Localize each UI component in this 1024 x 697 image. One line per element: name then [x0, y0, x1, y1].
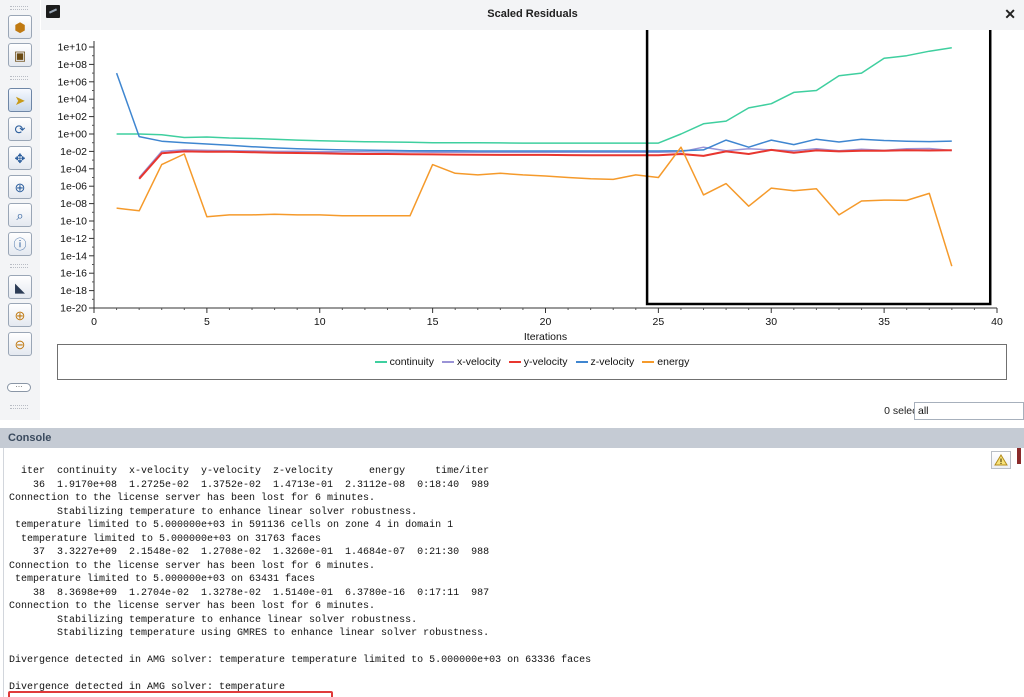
legend-item-z-velocity: z-velocity: [575, 356, 635, 368]
toolbar-grip[interactable]: [10, 405, 28, 409]
selection-bar: 0 selected all: [820, 402, 1024, 420]
y-axis: 1e-20 1e-18 1e-16 1e-14 1e-12 1e-10 1e-08 1e-06…: [58, 41, 95, 315]
console-line: temperature limited to 5.000000e+03 on 3…: [9, 533, 322, 545]
y-tick-label: 1e-14: [60, 250, 87, 262]
box-icon[interactable]: ▣: [8, 43, 32, 67]
y-tick-label: 1e+08: [58, 59, 88, 71]
console-line: Connection to the license server has bee…: [9, 493, 376, 504]
selection-filter-input[interactable]: all: [914, 402, 1024, 420]
x-axis-label: Iterations: [524, 331, 567, 342]
y-tick-label: 1e-10: [60, 216, 87, 228]
x-tick-label: 30: [765, 316, 777, 328]
zoom-icon[interactable]: ⌕: [8, 203, 32, 227]
console-line: temperature limited to 5.000000e+03 in 5…: [9, 520, 454, 531]
chart-legend: continuity x-velocity y-velocity z-velocity…: [57, 344, 1007, 380]
console-line: Connection to the license server has bee…: [9, 560, 376, 572]
annotation-box: [645, 30, 992, 306]
pan-icon[interactable]: ✥: [8, 146, 32, 170]
legend-swatch: [575, 361, 588, 363]
y-tick-label: 1e+00: [58, 129, 88, 141]
y-tick-label: 1e-20: [60, 303, 87, 315]
console-line: temperature limited to 5.000000e+03 on 6…: [9, 574, 316, 585]
legend-swatch: [642, 361, 655, 363]
legend-swatch: [441, 361, 454, 363]
console-output: iter continuity x-velocity y-velocity z-…: [9, 465, 591, 695]
warning-button[interactable]: [991, 451, 1011, 469]
x-tick-label: 10: [314, 316, 326, 328]
legend-item-x-velocity: x-velocity: [441, 356, 501, 368]
console-line: 38 8.3698e+09 1.2704e-02 1.3278e-02 1.51…: [9, 587, 490, 599]
toolbar-grip[interactable]: [10, 6, 28, 10]
legend-label: energy: [657, 356, 690, 368]
y-tick-label: 1e-08: [60, 198, 87, 210]
x-tick-label: 40: [991, 316, 1003, 328]
graphics-toolbar: ⬢ ▣ ➤ ⟳ ✥ ⊕ ⌕ ⓘ ◣ ⊕ ⊖ ⋯: [0, 0, 40, 420]
x-tick-label: 5: [204, 316, 210, 328]
y-tick-label: 1e+02: [58, 111, 88, 123]
toolbar-grip[interactable]: [10, 264, 28, 268]
series-line-y-velocity: [138, 148, 952, 180]
pointer-icon[interactable]: ➤: [8, 88, 32, 112]
console-panel: Console iter continuity x-velocity y-vel…: [0, 428, 1024, 697]
legend-label: z-velocity: [590, 356, 635, 368]
plot-header: Scaled Residuals ✕: [41, 0, 1024, 30]
legend-label: x-velocity: [456, 356, 501, 368]
y-tick-label: 1e+10: [58, 42, 88, 54]
y-tick-label: 1e+06: [58, 76, 88, 88]
highlight-box: [8, 691, 333, 697]
console-line: 36 1.9170e+08 1.2725e-02 1.3752e-02 1.47…: [9, 479, 490, 491]
x-axis: 0 5 10 15 20 25 30 35 40 Iterations: [91, 307, 1003, 342]
legend-label: continuity: [389, 356, 434, 368]
zoom-in-icon[interactable]: ⊕: [8, 303, 32, 327]
console-line: 37 3.3227e+09 2.1548e-02 1.2708e-02 1.32…: [9, 547, 490, 558]
console-line: Divergence detected in AMG solver: tempe…: [9, 655, 592, 666]
x-tick-label: 0: [91, 316, 97, 328]
legend-item-y-velocity: y-velocity: [508, 356, 568, 368]
x-tick-label: 20: [540, 316, 552, 328]
zoom-inout-icon[interactable]: ⊕: [8, 175, 32, 199]
console-line: Stabilizing temperature to enhance linea…: [9, 506, 418, 518]
console-header: Console: [0, 428, 1024, 448]
y-tick-label: 1e+04: [58, 94, 88, 106]
legend-item-energy: energy: [642, 356, 689, 368]
console-line: Stabilizing temperature using GMRES to e…: [9, 628, 490, 639]
y-tick-label: 1e-06: [60, 181, 87, 193]
legend-label: y-velocity: [523, 356, 568, 368]
legend-swatch: [374, 361, 387, 363]
console-line: iter continuity x-velocity y-velocity z-…: [9, 466, 490, 477]
toolbar-toggle[interactable]: ⋯: [7, 383, 31, 392]
y-tick-label: 1e-04: [60, 163, 87, 175]
close-icon[interactable]: ✕: [1004, 6, 1016, 23]
mesh-icon[interactable]: ⬢: [8, 15, 32, 39]
plot-title: Scaled Residuals: [487, 8, 578, 20]
fluent-window: ⬢ ▣ ➤ ⟳ ✥ ⊕ ⌕ ⓘ ◣ ⊕ ⊖ ⋯ Scaled Residuals…: [0, 0, 1024, 697]
toolbar-grip[interactable]: [10, 76, 28, 80]
legend-item-continuity: continuity: [374, 356, 434, 368]
console-title: Console: [8, 432, 52, 444]
series-line-energy: [116, 146, 953, 267]
residuals-chart: 1e-20 1e-18 1e-16 1e-14 1e-12 1e-10 1e-08 1e-06…: [58, 30, 1003, 342]
console-scrollbar[interactable]: [1017, 448, 1021, 464]
series-line-continuity: [116, 46, 952, 144]
x-tick-label: 25: [653, 316, 665, 328]
x-tick-label: 35: [878, 316, 890, 328]
series-line-z-velocity: [115, 72, 952, 152]
x-tick-label: 15: [427, 316, 439, 328]
console-body[interactable]: iter continuity x-velocity y-velocity z-…: [3, 448, 1021, 697]
y-tick-label: 1e-16: [60, 268, 87, 280]
y-tick-label: 1e-18: [60, 285, 87, 297]
zoom-out-icon[interactable]: ⊖: [8, 332, 32, 356]
console-line: Connection to the license server has bee…: [9, 601, 376, 612]
y-tick-label: 1e-02: [60, 146, 87, 158]
probe-icon[interactable]: ◣: [8, 275, 32, 299]
y-tick-label: 1e-12: [60, 233, 87, 245]
console-line: Stabilizing temperature to enhance linea…: [9, 614, 418, 626]
info-icon[interactable]: ⓘ: [8, 232, 32, 256]
warning-icon: [994, 454, 1008, 466]
legend-swatch: [508, 361, 521, 363]
series-layer: [115, 46, 953, 267]
rotate-icon[interactable]: ⟳: [8, 117, 32, 141]
